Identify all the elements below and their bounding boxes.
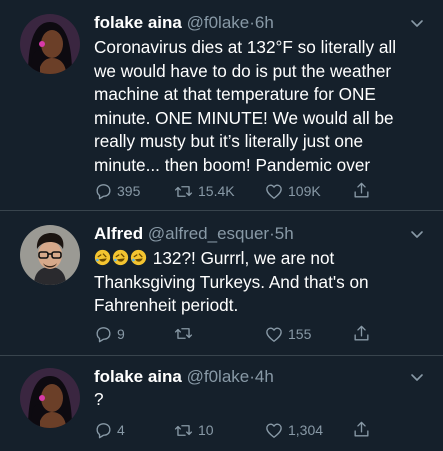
like-count: 155: [288, 326, 312, 342]
reply-icon: [96, 183, 111, 199]
reply-button[interactable]: 395: [94, 181, 140, 201]
action-bar: 4 10 1,304: [94, 420, 394, 440]
display-name[interactable]: Alfred: [94, 224, 143, 243]
retweet-button[interactable]: 10: [173, 420, 214, 440]
tweet-text: 132?! Gurrrl, we are not Thanksgiving Tu…: [94, 247, 419, 318]
reply-button[interactable]: 9: [94, 324, 125, 344]
reply-count: 9: [117, 326, 125, 342]
display-name[interactable]: folake aina: [94, 13, 182, 32]
timestamp[interactable]: 4h: [255, 367, 274, 386]
rofl-emoji: [94, 249, 111, 266]
tweet-header: folake aina @f0lake·4h: [94, 366, 274, 388]
like-button[interactable]: 155: [264, 324, 311, 344]
tweet-text: ?: [94, 389, 104, 409]
action-bar: 395 15.4K 109K: [94, 181, 394, 201]
like-icon: [266, 183, 282, 199]
display-name[interactable]: folake aina: [94, 367, 182, 386]
avatar[interactable]: [20, 368, 80, 428]
reply-icon: [96, 422, 111, 438]
action-bar: 9 155: [94, 324, 394, 344]
chevron-down-icon[interactable]: [409, 226, 425, 242]
user-handle[interactable]: @f0lake: [187, 13, 250, 32]
retweet-button[interactable]: [173, 324, 198, 343]
tweet-header: Alfred @alfred_esquer·5h: [94, 223, 294, 245]
rofl-emoji: [112, 249, 129, 266]
retweet-icon: [174, 328, 193, 339]
user-handle[interactable]: @f0lake: [187, 367, 250, 386]
like-icon: [266, 422, 282, 438]
user-handle[interactable]: @alfred_esquer: [148, 224, 269, 243]
reply-button[interactable]: 4: [94, 420, 125, 440]
like-button[interactable]: 109K: [264, 181, 321, 201]
share-button[interactable]: [352, 420, 375, 439]
retweet-icon: [174, 424, 193, 436]
retweet-button[interactable]: 15.4K: [173, 181, 235, 201]
chevron-down-icon[interactable]: [409, 369, 425, 385]
avatar[interactable]: [20, 14, 80, 74]
rofl-emoji: [130, 249, 147, 266]
tweet-text: Coronavirus dies at 132°F so literally a…: [94, 37, 397, 175]
share-button[interactable]: [352, 181, 375, 200]
tweet[interactable]: folake aina @f0lake·4h ? 4 10 1,304: [0, 356, 443, 451]
share-icon: [354, 421, 369, 437]
retweet-count: 15.4K: [198, 183, 235, 199]
chevron-down-icon[interactable]: [409, 15, 425, 31]
tweet-feed: folake aina @f0lake·6h Coronavirus dies …: [0, 0, 443, 451]
like-count: 109K: [288, 183, 321, 199]
tweet[interactable]: folake aina @f0lake·6h Coronavirus dies …: [0, 0, 443, 210]
timestamp[interactable]: 6h: [255, 13, 274, 32]
retweet-count: 10: [198, 422, 214, 438]
like-count: 1,304: [288, 422, 324, 438]
reply-count: 395: [117, 183, 141, 199]
share-icon: [354, 182, 369, 198]
tweet-header: folake aina @f0lake·6h: [94, 12, 274, 34]
like-icon: [266, 326, 282, 342]
timestamp[interactable]: 5h: [275, 224, 294, 243]
tweet[interactable]: Alfred @alfred_esquer·5h 132?! Gurrrl, w…: [0, 211, 443, 361]
share-icon: [354, 325, 369, 341]
like-button[interactable]: 1,304: [264, 420, 323, 440]
reply-icon: [96, 326, 111, 342]
avatar[interactable]: [20, 225, 80, 285]
retweet-icon: [174, 185, 193, 197]
reply-count: 4: [117, 422, 125, 438]
share-button[interactable]: [352, 324, 375, 343]
